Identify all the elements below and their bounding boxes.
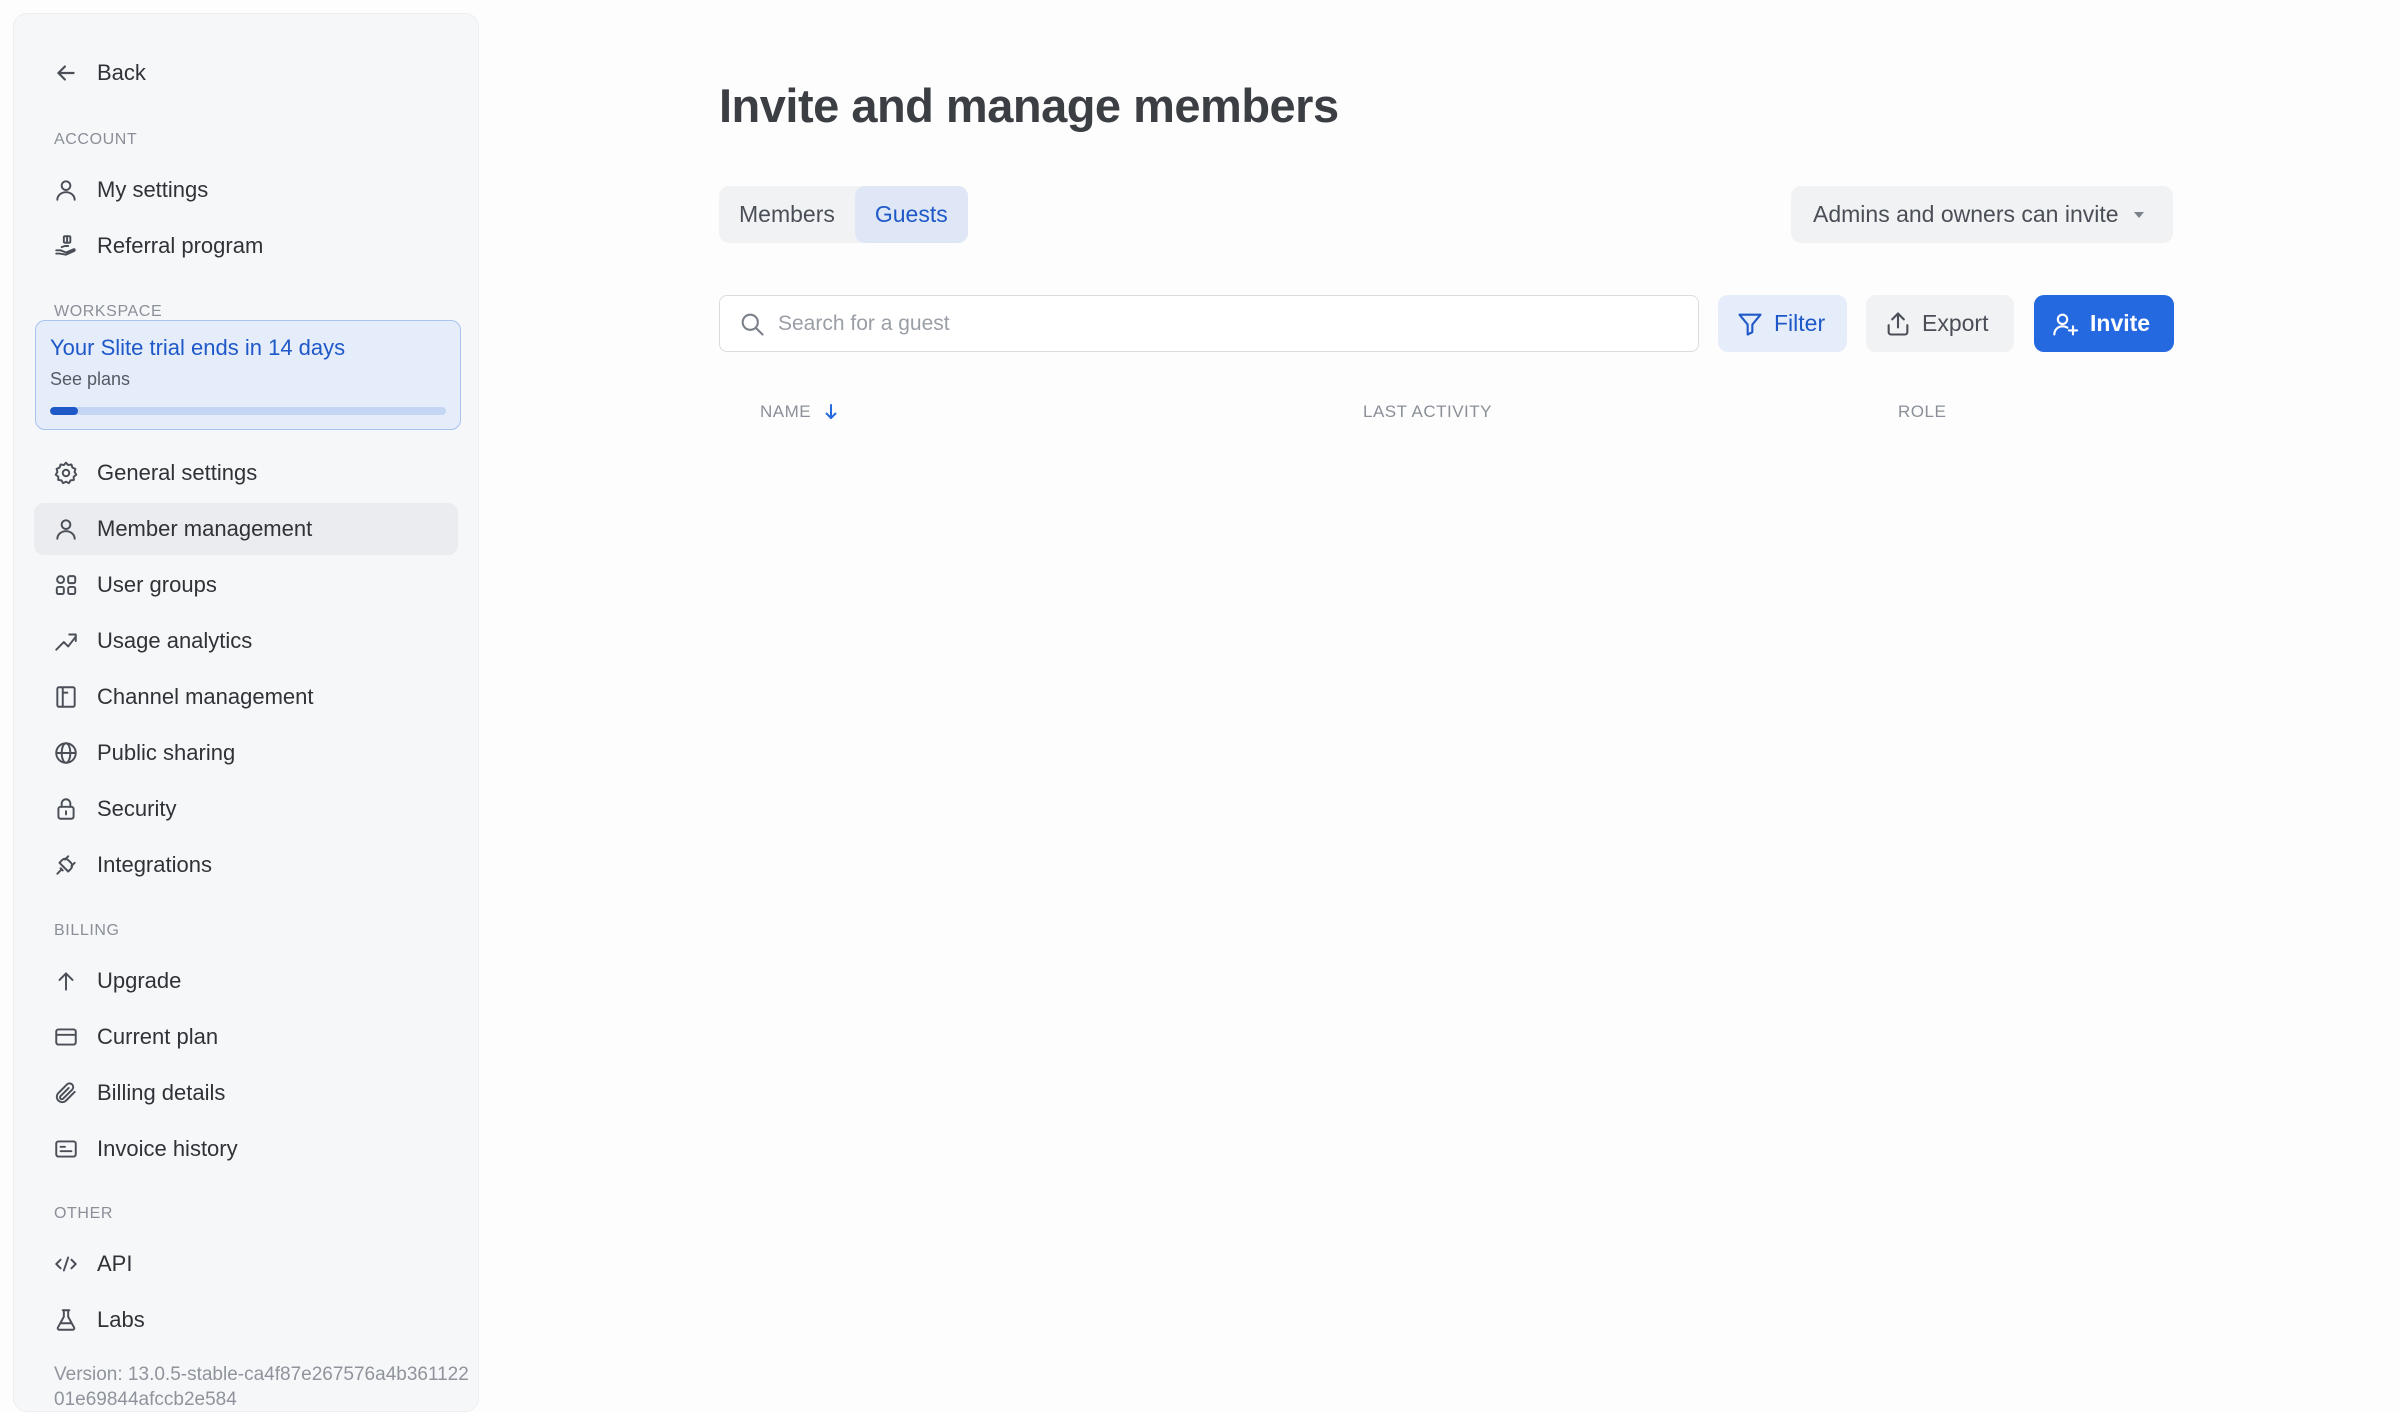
invite-policy-dropdown[interactable]: Admins and owners can invite [1791,186,2173,243]
sidebar-item-label: Security [97,796,177,821]
sidebar-item-label: Upgrade [97,968,182,993]
sidebar-item-security[interactable]: Security [34,783,458,835]
sidebar-item-label: API [97,1251,133,1276]
search-input[interactable] [778,311,1678,336]
sidebar-item-label: Member management [97,516,313,541]
caret-down-icon [2131,207,2147,223]
sidebar-item-referral-program[interactable]: Referral program [34,220,458,272]
column-header-last-activity[interactable]: Last activity [1363,402,1492,422]
gift-hand-icon [52,232,80,260]
filter-button[interactable]: Filter [1718,295,1847,352]
paperclip-icon [52,1079,80,1107]
tab-members[interactable]: Members [719,186,855,243]
sidebar-item-label: My settings [97,177,209,202]
flask-icon [52,1306,80,1334]
column-header-role[interactable]: Role [1898,402,1946,422]
back-label: Back [97,60,146,85]
export-label: Export [1922,310,1989,336]
gear-icon [52,459,80,487]
sidebar-item-label: Usage analytics [97,628,253,653]
sidebar-item-my-settings[interactable]: My settings [34,164,458,216]
arrow-up-icon [52,967,80,995]
sidebar-item-integrations[interactable]: Integrations [34,839,458,891]
upload-icon [1884,310,1912,338]
sidebar-item-label: Referral program [97,233,264,258]
sidebar-item-label: General settings [97,460,258,485]
sidebar-item-label: Channel management [97,684,314,709]
page-title: Invite and manage members [719,79,1339,132]
settings-sidebar: Back Account My settings Referral progra… [13,13,479,1412]
tab-guests[interactable]: Guests [854,186,968,243]
invoice-icon [52,1135,80,1163]
app-window: Back Account My settings Referral progra… [0,0,2400,1412]
sidebar-item-user-groups[interactable]: User groups [34,559,458,611]
sidebar-item-api[interactable]: API [34,1238,458,1290]
sidebar-item-general-settings[interactable]: General settings [34,447,458,499]
sidebar-item-invoice-history[interactable]: Invoice history [34,1123,458,1175]
sidebar-item-label: Billing details [97,1080,226,1105]
globe-icon [52,739,80,767]
user-icon [52,176,80,204]
sidebar-item-billing-details[interactable]: Billing details [34,1067,458,1119]
trial-title: Your Slite trial ends in 14 days [50,335,346,360]
guest-search-box[interactable] [719,295,1699,352]
guests-table-header: Name Last activity Role [719,402,2174,426]
column-header-name[interactable]: Name [760,402,839,422]
sidebar-item-labs[interactable]: Labs [34,1294,458,1346]
invite-button[interactable]: Invite [2034,295,2174,352]
invite-label: Invite [2090,310,2151,336]
user-groups-icon [52,571,80,599]
filter-icon [1736,310,1764,338]
trial-progress-fill [50,407,78,415]
code-icon [52,1250,80,1278]
plug-icon [52,851,80,879]
sidebar-item-label: Labs [97,1307,145,1332]
invite-policy-value: Admins and owners can invite [1813,201,2119,227]
see-plans-link[interactable]: See plans [50,369,446,390]
export-button[interactable]: Export [1866,295,2014,352]
version-text: Version: 13.0.5-stable-ca4f87e267576a4b3… [54,1364,469,1410]
sidebar-item-label: Invoice history [97,1136,238,1161]
sidebar-item-usage-analytics[interactable]: Usage analytics [34,615,458,667]
sidebar-item-upgrade[interactable]: Upgrade [34,955,458,1007]
sidebar-item-label: Current plan [97,1024,219,1049]
sidebar-item-channel-management[interactable]: Channel management [34,671,458,723]
sidebar-item-label: Integrations [97,852,212,877]
add-user-icon [2052,310,2080,338]
column-header-label: Name [760,402,812,421]
back-button[interactable]: Back [34,47,458,99]
user-icon [52,515,80,543]
filter-label: Filter [1774,310,1826,336]
trial-progress-bar [50,407,446,415]
sidebar-item-label: User groups [97,572,217,597]
trend-up-icon [52,627,80,655]
credit-card-icon [52,1023,80,1051]
column-header-label: Last activity [1363,402,1493,421]
sidebar-item-current-plan[interactable]: Current plan [34,1011,458,1063]
member-type-tabs: Members Guests [719,186,968,243]
sidebar-item-member-management[interactable]: Member management [34,503,458,555]
section-label-workspace: Workspace [54,303,163,320]
section-label-account: Account [54,131,138,148]
sort-arrow-down-icon [823,403,839,421]
layout-icon [52,683,80,711]
column-header-label: Role [1898,402,1947,421]
arrow-left-icon [52,59,80,87]
section-label-billing: Billing [54,922,120,939]
lock-icon [52,795,80,823]
search-icon [738,310,766,338]
sidebar-item-public-sharing[interactable]: Public sharing [34,727,458,779]
sidebar-item-label: Public sharing [97,740,236,765]
trial-banner[interactable]: Your Slite trial ends in 14 days See pla… [35,320,461,430]
section-label-other: Other [54,1205,113,1222]
